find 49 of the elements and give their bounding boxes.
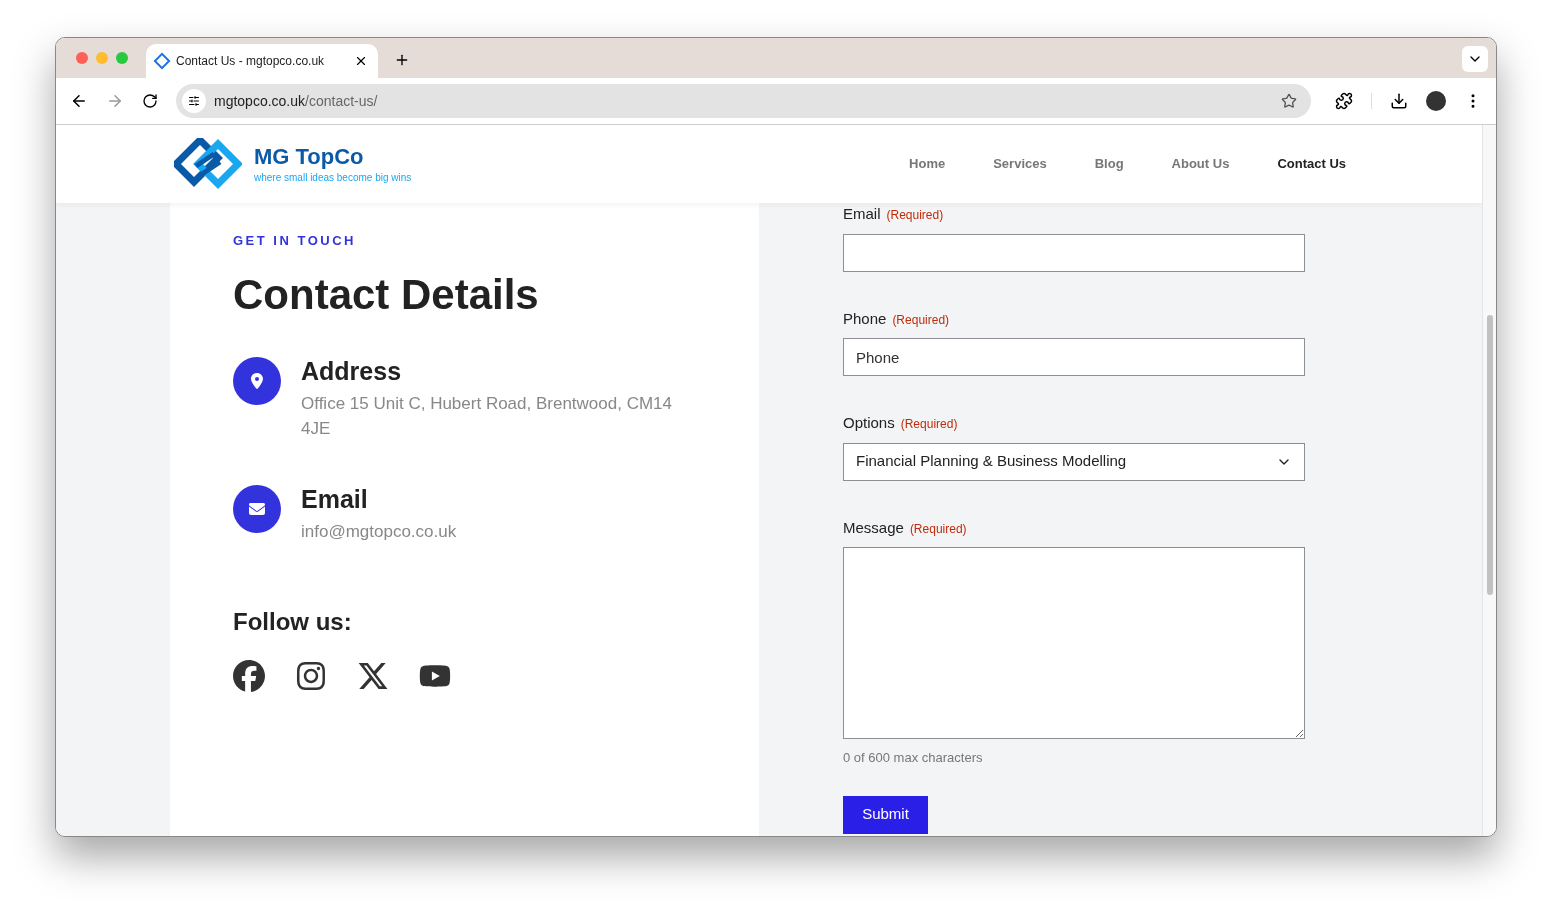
field-label: Phone xyxy=(843,308,887,329)
nav-link[interactable]: Contact Us xyxy=(1277,154,1346,174)
nav-link[interactable]: About Us xyxy=(1171,154,1230,174)
bookmark-star-icon[interactable] xyxy=(1281,93,1297,109)
close-tab-icon[interactable] xyxy=(354,54,368,68)
site-settings-icon[interactable] xyxy=(182,89,206,113)
required-note: (Required) xyxy=(900,416,958,433)
detail-text: info@mgtopco.co.uk xyxy=(301,520,458,543)
detail-text: Office 15 Unit C, Hubert Road, Brentwood, CM14 4JE xyxy=(301,392,674,440)
site-favicon-icon xyxy=(153,52,171,70)
site-name: MG TopCo xyxy=(254,143,365,170)
required-note: (Required) xyxy=(909,520,967,538)
logo-icon xyxy=(174,138,242,190)
submit-button[interactable]: Submit xyxy=(843,795,928,834)
back-icon[interactable] xyxy=(70,92,88,110)
select-field[interactable]: Financial Planning & Business Modelling xyxy=(843,442,1305,481)
required-note: (Required) xyxy=(892,311,950,329)
follow-heading: Follow us: xyxy=(233,606,353,637)
extensions-icon[interactable] xyxy=(1335,92,1353,110)
field-label: Message xyxy=(843,517,904,538)
nav-link[interactable]: Blog xyxy=(1094,154,1124,174)
page-heading: Contact Details xyxy=(233,269,540,320)
reload-icon[interactable] xyxy=(142,93,158,109)
browser-tab[interactable]: Contact Us - mgtopco.co.uk xyxy=(146,44,378,78)
instagram-icon[interactable] xyxy=(295,659,327,692)
nav-link[interactable]: Services xyxy=(993,154,1047,174)
profile-avatar[interactable] xyxy=(1426,91,1446,111)
tab-list-button[interactable] xyxy=(1462,46,1488,72)
message-field[interactable] xyxy=(843,547,1305,739)
detail-title: Email xyxy=(301,484,369,513)
field-label: Email xyxy=(843,204,881,224)
input-field[interactable]: Phone xyxy=(843,338,1305,376)
download-icon[interactable] xyxy=(1390,92,1408,110)
nav-link[interactable]: Home xyxy=(909,154,946,174)
envelope-icon xyxy=(233,484,281,533)
eyebrow-text: GET IN TOUCH xyxy=(233,232,357,250)
site-tagline: where small ideas become big wins xyxy=(254,170,412,185)
detail-title: Address xyxy=(301,356,403,385)
required-note: (Required) xyxy=(886,207,944,224)
character-counter: 0 of 600 max characters xyxy=(843,749,984,767)
forward-icon[interactable] xyxy=(106,92,124,110)
tab-title: Contact Us - mgtopco.co.uk xyxy=(176,53,326,70)
location-pin-icon xyxy=(233,356,281,405)
input-field[interactable] xyxy=(843,233,1305,272)
field-label: Options xyxy=(843,413,895,433)
address-bar[interactable]: mgtopco.co.uk/contact-us/ xyxy=(176,84,1311,118)
url-text: mgtopco.co.uk/contact-us/ xyxy=(214,91,379,111)
new-tab-icon[interactable] xyxy=(394,52,410,68)
facebook-icon[interactable] xyxy=(233,659,265,692)
